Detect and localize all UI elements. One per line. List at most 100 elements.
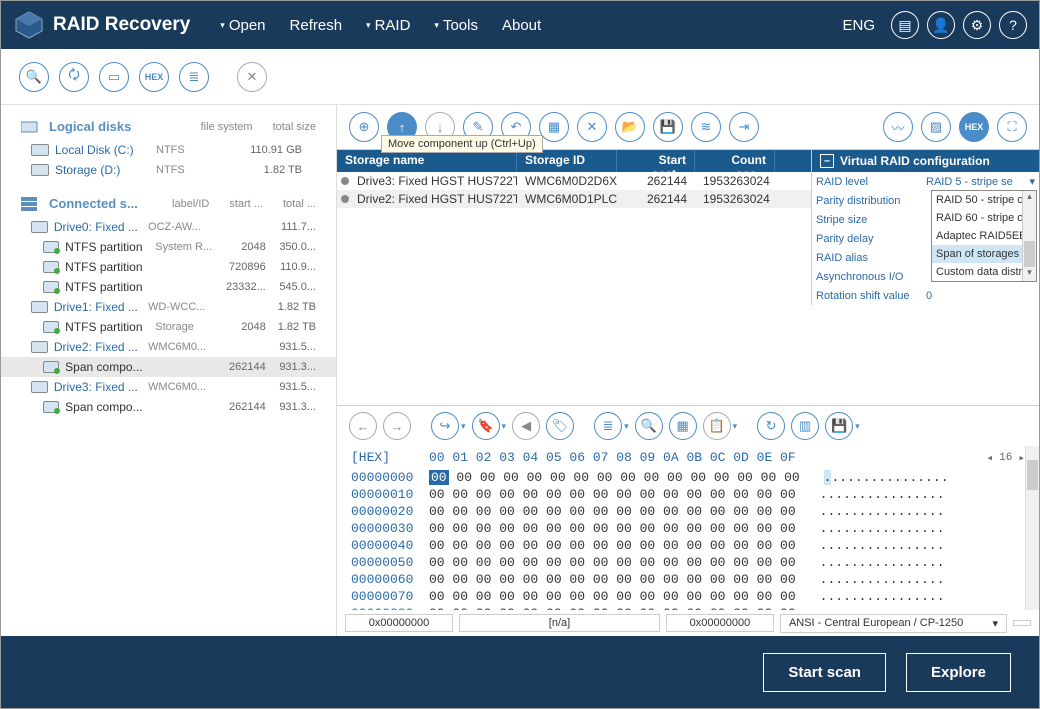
list-icon[interactable]: ≣ — [179, 62, 209, 92]
start-scan-button[interactable]: Start scan — [763, 653, 886, 692]
drive-row[interactable]: Drive3: Fixed ... WMC6M0... 931.5... — [1, 377, 336, 397]
partition-row[interactable]: Span compo... 262144 931.3... — [1, 397, 336, 417]
collapse-icon[interactable]: – — [820, 154, 834, 168]
copy-icon[interactable]: 📋 — [703, 412, 731, 440]
hex-grid[interactable]: [HEX] 00 01 02 03 04 05 06 07 08 09 0A 0… — [337, 446, 1039, 610]
explore-button[interactable]: Explore — [906, 653, 1011, 692]
menu-about[interactable]: About — [502, 17, 541, 34]
rotation-row[interactable]: Rotation shift value0 — [812, 286, 1039, 305]
partition-row[interactable]: NTFS partition System R... 2048 350.0... — [1, 237, 336, 257]
open-folder-icon[interactable]: 📂 — [615, 112, 645, 142]
hex-line[interactable]: 00000070 00 00 00 00 00 00 00 00 00 00 0… — [351, 588, 1025, 605]
dropdown-option[interactable]: RAID 60 - stripe o — [932, 209, 1036, 227]
expand-icon[interactable]: ⛶ — [997, 112, 1027, 142]
export-icon[interactable]: ⇥ — [729, 112, 759, 142]
hex-line[interactable]: 00000050 00 00 00 00 00 00 00 00 00 00 0… — [351, 554, 1025, 571]
partition-icon — [43, 401, 59, 413]
hex-view-icon[interactable]: HEX — [959, 112, 989, 142]
view-icon[interactable]: ▤ — [891, 11, 919, 39]
hex-search-icon[interactable]: 🔍 — [635, 412, 663, 440]
storage-grid-wrap: Storage name Storage ID Start sect... Co… — [337, 149, 1039, 305]
storage-group-icon — [21, 197, 39, 211]
add-component-icon[interactable]: ⊕ — [349, 112, 379, 142]
partition-row[interactable]: NTFS partition Storage 2048 1.82 TB — [1, 317, 336, 337]
hex-icon[interactable]: HEX — [139, 62, 169, 92]
hex-list-icon[interactable]: ≣ — [594, 412, 622, 440]
drive-row[interactable]: Drive1: Fixed ... WD-WCC... 1.82 TB — [1, 297, 336, 317]
partition-icon — [43, 281, 59, 293]
save-icon[interactable]: 💾 — [653, 112, 683, 142]
hex-grid-icon[interactable]: ▦ — [669, 412, 697, 440]
menu-tools[interactable]: ▾Tools — [434, 17, 478, 34]
help-icon[interactable]: ? — [999, 11, 1027, 39]
storage-row[interactable]: Drive2: Fixed HGST HUS722T1... WMC6M0D1P… — [337, 190, 811, 208]
status-encoding[interactable]: ANSI - Central European / CP-1250▾ — [780, 614, 1007, 633]
raid-config-panel: – Virtual RAID configuration RAID levelR… — [811, 150, 1039, 305]
goto-icon[interactable]: ↪ — [431, 412, 459, 440]
partition-row[interactable]: Span compo... 262144 931.3... — [1, 357, 336, 377]
columns-icon[interactable]: ▥ — [791, 412, 819, 440]
menu-refresh[interactable]: Refresh — [290, 17, 343, 34]
hex-toolbar: ← → ↪▾ 🔖▾ ◀ 🏷 ≣▾ 🔍 ▦ 📋▾ ↻ ▥ 💾▾ — [337, 406, 1039, 446]
goto-drop[interactable]: ▾ — [461, 421, 466, 432]
dropdown-option[interactable]: Adaptec RAID5EE — [932, 227, 1036, 245]
raid-level-row[interactable]: RAID levelRAID 5 - stripe se ▾ — [812, 172, 1039, 191]
hexsave-drop[interactable]: ▾ — [855, 421, 860, 432]
drive-row[interactable]: Drive0: Fixed ... OCZ-AW... 111.7... — [1, 217, 336, 237]
partition-row[interactable]: NTFS partition 720896 110.9... — [1, 257, 336, 277]
nav-back-icon[interactable]: ← — [349, 412, 377, 440]
dropdown-option[interactable]: RAID 50 - stripe o — [932, 191, 1036, 209]
menu-raid[interactable]: ▾RAID — [366, 17, 410, 34]
hex-statusbar: 0x00000000 [n/a] 0x00000000 ANSI - Centr… — [337, 610, 1039, 636]
status-extra[interactable] — [1013, 620, 1031, 626]
gear-icon[interactable]: ⚙ — [963, 11, 991, 39]
hex-line[interactable]: 00000040 00 00 00 00 00 00 00 00 00 00 0… — [351, 537, 1025, 554]
user-icon[interactable]: 👤 — [927, 11, 955, 39]
close-icon[interactable]: ✕ — [237, 62, 267, 92]
logical-disk-row[interactable]: Local Disk (C:) NTFS 110.91 GB — [1, 140, 336, 160]
storage-row[interactable]: Drive3: Fixed HGST HUS722T1... WMC6M0D2D… — [337, 172, 811, 190]
bookmark-icon[interactable]: 🔖 — [472, 412, 500, 440]
right-panel: ⊕ ↑ ↓ ✎ ↶ ▦ ✕ 📂 💾 ≋ ⇥ 〰 ▨ HEX ⛶ Move com… — [337, 105, 1039, 636]
hex-line[interactable]: 00000020 00 00 00 00 00 00 00 00 00 00 0… — [351, 503, 1025, 520]
refresh-icon[interactable]: 🗘 — [59, 62, 89, 92]
hex-viewer: ← → ↪▾ 🔖▾ ◀ 🏷 ≣▾ 🔍 ▦ 📋▾ ↻ ▥ 💾▾ [HEX] — [337, 405, 1039, 636]
bookmark-drop[interactable]: ▾ — [502, 421, 507, 432]
disk-icon[interactable]: ▭ — [99, 62, 129, 92]
top-right-icons: ▤ 👤 ⚙ ? — [891, 11, 1027, 39]
drive-icon — [31, 301, 48, 313]
drive-row[interactable]: Drive2: Fixed ... WMC6M0... 931.5... — [1, 337, 336, 357]
grid-icon[interactable]: ▦ — [539, 112, 569, 142]
dropdown-option[interactable]: Span of storages — [932, 245, 1036, 263]
tag-icon[interactable]: 🏷 — [546, 412, 574, 440]
hex-line[interactable]: 00000030 00 00 00 00 00 00 00 00 00 00 0… — [351, 520, 1025, 537]
layers-icon[interactable]: ≋ — [691, 112, 721, 142]
drive-icon — [31, 381, 48, 393]
hex-line[interactable]: 00000080 00 00 00 00 00 00 00 00 00 00 0… — [351, 605, 1025, 610]
grid-header: Storage name Storage ID Start sect... Co… — [337, 150, 811, 172]
reload-icon[interactable]: ↻ — [757, 412, 785, 440]
hexlist-drop[interactable]: ▾ — [624, 421, 629, 432]
storage-grid: Storage name Storage ID Start sect... Co… — [337, 150, 811, 305]
menu-open[interactable]: ▾Open — [220, 17, 265, 34]
tag-back-icon[interactable]: ◀ — [512, 412, 540, 440]
hex-save-icon[interactable]: 💾 — [825, 412, 853, 440]
language-switcher[interactable]: ENG — [842, 17, 875, 34]
hex-line[interactable]: 00000060 00 00 00 00 00 00 00 00 00 00 0… — [351, 571, 1025, 588]
search-icon[interactable]: 🔍 — [19, 62, 49, 92]
activity-icon[interactable]: 〰 — [883, 112, 913, 142]
hex-line[interactable]: 00000000 00 00 00 00 00 00 00 00 00 00 0… — [351, 469, 1025, 486]
logical-disk-row[interactable]: Storage (D:) NTFS 1.82 TB — [1, 160, 336, 180]
hex-line[interactable]: 00000010 00 00 00 00 00 00 00 00 00 00 0… — [351, 486, 1025, 503]
nav-fwd-icon[interactable]: → — [383, 412, 411, 440]
copy-drop[interactable]: ▾ — [733, 421, 738, 432]
chart-icon[interactable]: ▨ — [921, 112, 951, 142]
raid-level-dropdown[interactable]: RAID 50 - stripe oRAID 60 - stripe oAdap… — [931, 190, 1037, 282]
partition-row[interactable]: NTFS partition 23332... 545.0... — [1, 277, 336, 297]
dropdown-scrollbar[interactable]: ▴▾ — [1022, 191, 1036, 281]
dropdown-option[interactable]: Custom data distr — [932, 263, 1036, 281]
hex-pager[interactable]: ◂ 16 ▸ — [987, 450, 1025, 465]
disk-group-icon — [21, 120, 39, 134]
remove-icon[interactable]: ✕ — [577, 112, 607, 142]
hex-scrollbar[interactable] — [1025, 446, 1039, 610]
